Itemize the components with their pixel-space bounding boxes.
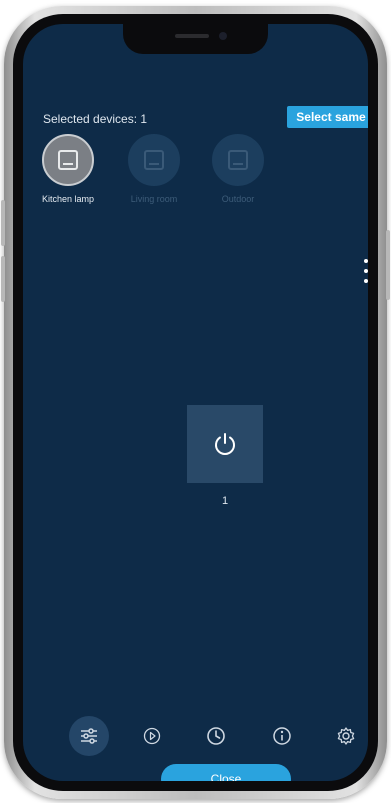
nav-scenes[interactable]: [135, 719, 169, 753]
power-icon: [215, 433, 235, 455]
select-same-button[interactable]: Select same: [287, 106, 368, 128]
gear-icon: [337, 727, 355, 745]
close-button[interactable]: Close: [161, 764, 291, 781]
device-label: Outdoor: [221, 194, 255, 204]
selected-devices-count: Selected devices: 1: [43, 112, 148, 126]
clock-icon: [207, 727, 225, 745]
nav-info[interactable]: [265, 719, 299, 753]
volume-up-button: [1, 200, 5, 246]
play-icon: [143, 727, 161, 745]
device-avatar: [128, 134, 180, 186]
lamp-device-icon: [144, 150, 164, 170]
notch: [123, 24, 268, 54]
lamp-device-icon: [228, 150, 248, 170]
power-value-label: 1: [221, 495, 229, 507]
device-label: Living room: [130, 194, 178, 204]
device-outdoor[interactable]: Outdoor: [203, 134, 273, 204]
nav-timers[interactable]: [199, 719, 233, 753]
nav-controls[interactable]: [69, 716, 109, 756]
power-side-button: [386, 230, 390, 300]
info-icon: [273, 727, 291, 745]
speaker-grille: [175, 34, 209, 38]
app-screen: Selected devices: 1 Select same Kitchen …: [23, 24, 368, 781]
device-avatar: [212, 134, 264, 186]
device-kitchen-lamp[interactable]: Kitchen lamp: [33, 134, 103, 204]
front-camera: [219, 32, 227, 40]
device-avatar: [42, 134, 94, 186]
device-label: Kitchen lamp: [41, 194, 95, 204]
more-options-icon[interactable]: [361, 259, 368, 283]
power-toggle-button[interactable]: [187, 405, 263, 483]
lamp-device-icon: [58, 150, 78, 170]
volume-down-button: [1, 256, 5, 302]
phone-frame: Selected devices: 1 Select same Kitchen …: [4, 6, 387, 799]
sliders-icon: [81, 728, 97, 744]
nav-settings[interactable]: [329, 719, 363, 753]
device-living-room[interactable]: Living room: [119, 134, 189, 204]
phone-bezel: Selected devices: 1 Select same Kitchen …: [13, 14, 378, 791]
